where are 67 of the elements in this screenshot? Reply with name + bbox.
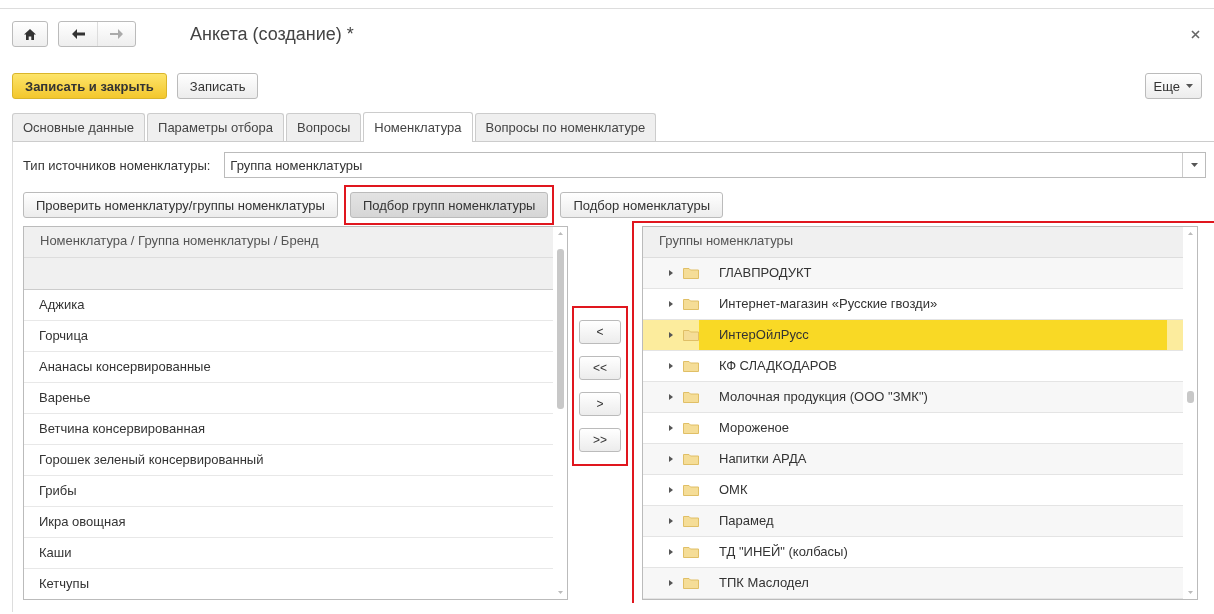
home-icon [24,28,36,40]
list-item[interactable]: Горчица [24,321,553,352]
folder-icon [683,422,699,434]
expand-icon[interactable] [669,270,673,276]
tab[interactable]: Вопросы [286,113,362,141]
expand-icon[interactable] [669,580,673,586]
move-button[interactable]: << [579,356,621,380]
folder-icon [683,360,699,372]
tab[interactable]: Параметры отбора [147,113,284,141]
expand-icon[interactable] [669,301,673,307]
action-button[interactable]: Подбор групп номенклатуры [349,192,549,218]
tree-item[interactable]: ТПК Маслодел [643,568,1183,599]
close-icon[interactable] [1191,29,1200,39]
source-type-field[interactable]: Группа номенклатуры [224,152,1206,178]
caret-icon [1190,163,1198,167]
list-item[interactable]: Аджика [24,290,553,321]
list-item[interactable]: Варенье [24,383,553,414]
expand-icon[interactable] [669,518,673,524]
field-label: Тип источников номенклатуры: [23,157,211,173]
tree-item[interactable]: Молочная продукция (ООО "ЗМК") [643,382,1183,413]
scroll-thumb[interactable] [556,249,564,409]
move-button[interactable]: > [579,392,621,416]
tab[interactable]: Вопросы по номенклатуре [474,113,657,141]
column-header: Группы номенклатуры [643,227,1183,258]
scroll-thumb[interactable] [1186,391,1194,404]
forward-arrow-icon [110,29,123,39]
move-button[interactable]: < [579,320,621,344]
list-item[interactable]: Каши [24,538,553,569]
tree-item[interactable]: ГЛАВПРОДУКТ [643,258,1183,289]
move-button[interactable]: >> [579,428,621,452]
tab[interactable]: Номенклатура [363,112,473,142]
expand-icon[interactable] [669,332,673,338]
folder-icon [683,298,699,310]
list-item[interactable]: Грибы [24,476,553,507]
expand-icon[interactable] [669,549,673,555]
action-button[interactable]: Проверить номенклатуру/группы номенклатуры [23,192,338,218]
list-item[interactable]: Икра овощная [24,507,553,538]
folder-icon [683,391,699,403]
folder-icon [683,329,699,341]
list-item[interactable]: Кетчупы [24,569,553,599]
list-item[interactable]: Ветчина консервированная [24,414,553,445]
folder-icon [683,453,699,465]
tree-item[interactable]: Парамед [643,506,1183,537]
save-button[interactable]: Записать [176,73,259,99]
more-button[interactable]: Еще [1144,73,1202,99]
expand-icon[interactable] [669,456,673,462]
expand-icon[interactable] [669,425,673,431]
list-item[interactable]: Горошек зеленый консервированный [24,445,553,476]
tree-item[interactable]: ИнтерОйлРусс [643,320,1183,351]
folder-icon [683,546,699,558]
caret-icon [1186,84,1193,88]
folder-icon [683,515,699,527]
expand-icon[interactable] [669,487,673,493]
tab[interactable]: Основные данные [12,113,146,141]
back-arrow-icon [71,29,85,39]
folder-icon [683,267,699,279]
list-item[interactable]: Ананасы консервированные [24,352,553,383]
expand-icon[interactable] [669,394,673,400]
tree-item[interactable]: Напитки АРДА [643,444,1183,475]
save-and-close-button[interactable]: Записать и закрыть [12,73,167,99]
action-button[interactable]: Подбор номенклатуры [560,192,723,218]
home-button[interactable] [12,21,48,47]
expand-icon[interactable] [669,363,673,369]
column-header: Номенклатура / Группа номенклатуры / Бренд [24,227,553,258]
folder-icon [683,577,699,589]
window-title: Анкета (создание) * [190,23,354,45]
folder-icon [683,484,699,496]
